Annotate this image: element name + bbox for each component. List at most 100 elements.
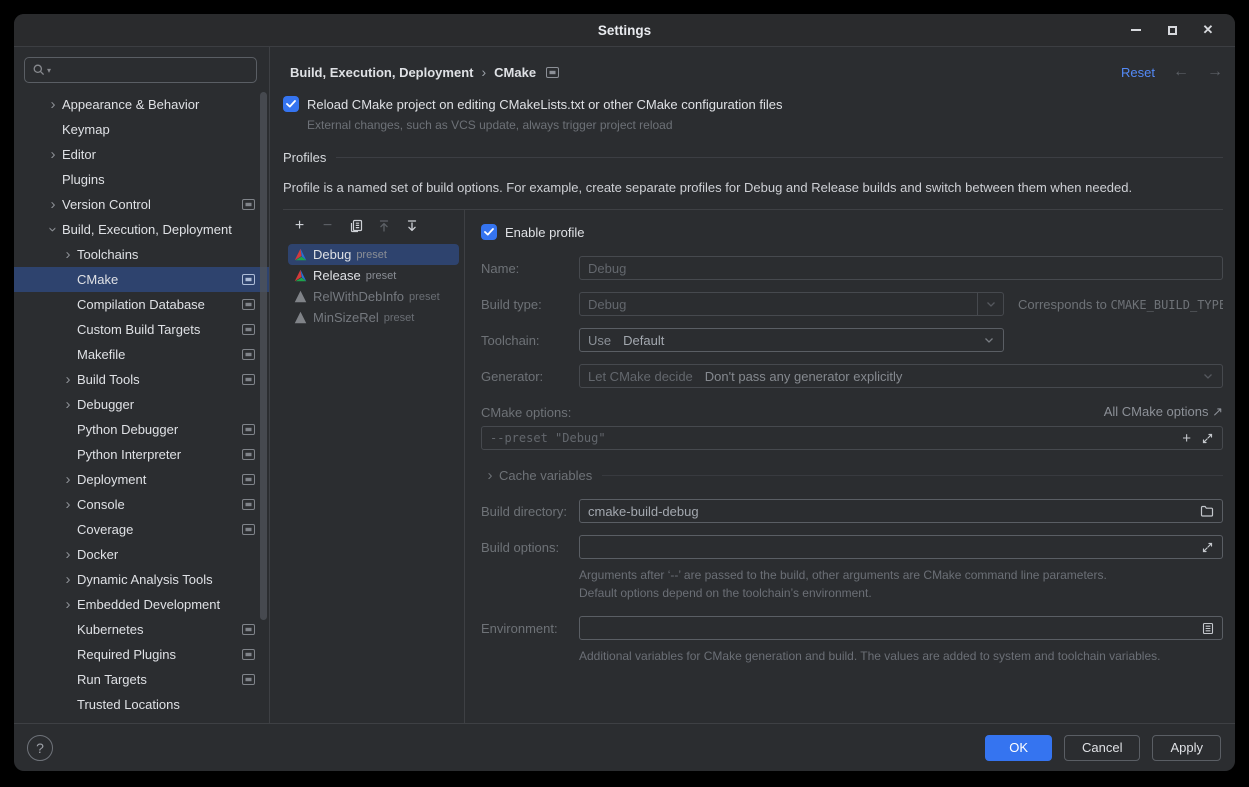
profiles-panel: + − Debugpre [283, 209, 1223, 723]
chevron-right-icon[interactable]: › [59, 247, 77, 262]
sidebar-item-console[interactable]: ›Console [14, 492, 269, 517]
generator-note: Don't pass any generator explicitly [705, 369, 903, 384]
sidebar-item-debugger[interactable]: ›Debugger [14, 392, 269, 417]
chevron-right-icon[interactable]: › [59, 397, 77, 412]
toolchain-select[interactable]: Use Default [579, 328, 1004, 352]
forward-arrow-icon[interactable]: → [1207, 63, 1223, 81]
add-option-icon[interactable]: + [1182, 430, 1191, 447]
sidebar-item-build-tools[interactable]: ›Build Tools [14, 367, 269, 392]
move-up-button[interactable] [371, 215, 396, 237]
chevron-down-icon[interactable]: › [46, 221, 61, 239]
title-bar[interactable]: Settings ✕ [14, 14, 1235, 47]
profile-item-release[interactable]: Releasepreset [288, 265, 459, 286]
expand-editor-icon[interactable] [1201, 432, 1214, 445]
breadcrumb-item-cmake[interactable]: CMake [494, 65, 536, 80]
sidebar-item-compilation-database[interactable]: Compilation Database [14, 292, 269, 317]
profile-name: MinSizeRel [313, 310, 379, 325]
sidebar-item-docker[interactable]: ›Docker [14, 542, 269, 567]
sidebar-item-editor[interactable]: ›Editor [14, 142, 269, 167]
close-button[interactable]: ✕ [1197, 19, 1219, 41]
help-button[interactable]: ? [27, 735, 53, 761]
sidebar-item-python-debugger[interactable]: Python Debugger [14, 417, 269, 442]
move-down-button[interactable] [399, 215, 424, 237]
sidebar-item-label: CMake [77, 272, 118, 287]
sidebar-item-label: Python Interpreter [77, 447, 181, 462]
sidebar-item-keymap[interactable]: Keymap [14, 117, 269, 142]
chevron-right-icon[interactable]: › [59, 597, 77, 612]
chevron-right-icon[interactable]: › [59, 572, 77, 587]
sidebar-item-appearance-behavior[interactable]: ›Appearance & Behavior [14, 92, 269, 117]
reset-button[interactable]: Reset [1121, 65, 1155, 80]
sidebar-item-label: Coverage [77, 522, 133, 537]
sidebar-item-run-targets[interactable]: Run Targets [14, 667, 269, 692]
sidebar-item-version-control[interactable]: ›Version Control [14, 192, 269, 217]
sidebar-item-label: Version Control [62, 197, 151, 212]
sidebar-item-cmake[interactable]: CMake [14, 267, 269, 292]
add-profile-button[interactable]: + [287, 215, 312, 237]
chevron-right-icon[interactable]: › [59, 497, 77, 512]
back-arrow-icon[interactable]: ← [1173, 63, 1189, 81]
chevron-right-icon[interactable]: › [44, 97, 62, 112]
breadcrumb-item-bed[interactable]: Build, Execution, Deployment [290, 65, 473, 80]
chevron-right-icon[interactable]: › [59, 547, 77, 562]
remove-profile-button[interactable]: − [315, 215, 340, 237]
enable-profile-checkbox[interactable] [481, 224, 497, 240]
screen-icon [242, 299, 255, 310]
name-field[interactable]: Debug [579, 256, 1223, 280]
sidebar-item-python-interpreter[interactable]: Python Interpreter [14, 442, 269, 467]
cache-variables-label: Cache variables [499, 468, 592, 483]
sidebar-item-embedded-development[interactable]: ›Embedded Development [14, 592, 269, 617]
copy-profile-button[interactable] [343, 215, 368, 237]
chevron-right-icon[interactable]: › [44, 147, 62, 162]
minimize-button[interactable] [1125, 19, 1147, 41]
sidebar-item-deployment[interactable]: ›Deployment [14, 467, 269, 492]
cache-variables-section[interactable]: › Cache variables [481, 468, 1223, 483]
build-directory-field[interactable]: cmake-build-debug [579, 499, 1223, 523]
cmake-options-value: --preset "Debug" [490, 431, 606, 445]
sidebar-item-toolchains[interactable]: ›Toolchains [14, 242, 269, 267]
profiles-section-title: Profiles [283, 150, 326, 165]
chevron-right-icon[interactable]: › [44, 197, 62, 212]
profiles-description: Profile is a named set of build options.… [283, 180, 1223, 195]
sidebar-item-plugins[interactable]: Plugins [14, 167, 269, 192]
sidebar-item-coverage[interactable]: Coverage [14, 517, 269, 542]
sidebar-item-trusted-locations[interactable]: Trusted Locations [14, 692, 269, 717]
chevron-right-icon[interactable]: › [59, 372, 77, 387]
sidebar-item-custom-build-targets[interactable]: Custom Build Targets [14, 317, 269, 342]
build-type-select[interactable]: Debug [579, 292, 1004, 316]
screen-icon [242, 624, 255, 635]
sidebar-item-label: Keymap [62, 122, 110, 137]
profile-item-relwithdebinfo[interactable]: RelWithDebInfopreset [288, 286, 459, 307]
sidebar-item-dynamic-analysis-tools[interactable]: ›Dynamic Analysis Tools [14, 567, 269, 592]
cmake-options-field[interactable]: --preset "Debug" + [481, 426, 1223, 450]
all-cmake-options-link[interactable]: All CMake options ↗ [1104, 404, 1223, 420]
sidebar-item-label: Kubernetes [77, 622, 144, 637]
reload-cmake-checkbox[interactable] [283, 96, 299, 112]
search-input[interactable]: ▾ [24, 57, 257, 83]
sidebar-item-kubernetes[interactable]: Kubernetes [14, 617, 269, 642]
search-options-caret-icon[interactable]: ▾ [47, 66, 51, 75]
sidebar-scrollbar[interactable] [260, 92, 267, 620]
environment-field[interactable] [579, 616, 1223, 640]
folder-icon[interactable] [1200, 505, 1214, 517]
ok-button[interactable]: OK [985, 735, 1052, 761]
screen-icon [242, 199, 255, 210]
sidebar-item-build-execution-deployment[interactable]: ›Build, Execution, Deployment [14, 217, 269, 242]
sidebar-item-required-plugins[interactable]: Required Plugins [14, 642, 269, 667]
profile-item-minsizerel[interactable]: MinSizeRelpreset [288, 307, 459, 328]
section-divider [336, 157, 1223, 158]
sidebar-item-makefile[interactable]: Makefile [14, 342, 269, 367]
name-label: Name: [481, 261, 579, 276]
apply-button[interactable]: Apply [1152, 735, 1221, 761]
profile-list-panel: + − Debugpre [283, 210, 465, 723]
sidebar-item-label: Embedded Development [77, 597, 220, 612]
maximize-button[interactable] [1161, 19, 1183, 41]
build-options-field[interactable] [579, 535, 1223, 559]
expand-editor-icon[interactable] [1201, 541, 1214, 554]
generator-select[interactable]: Let CMake decide Don't pass any generato… [579, 364, 1223, 388]
cancel-button[interactable]: Cancel [1064, 735, 1140, 761]
chevron-right-icon[interactable]: › [59, 472, 77, 487]
dialog-footer: ? OK Cancel Apply [14, 723, 1235, 771]
variables-list-icon[interactable] [1202, 622, 1214, 635]
profile-item-debug[interactable]: Debugpreset [288, 244, 459, 265]
